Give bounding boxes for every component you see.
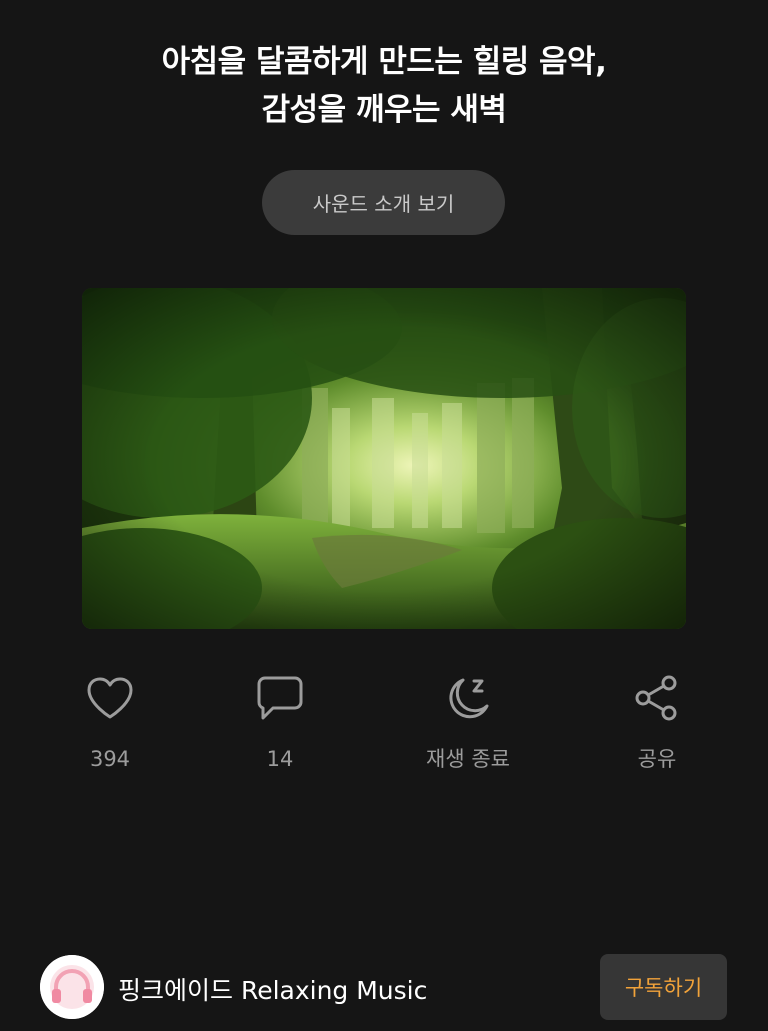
share-label: 공유: [637, 747, 677, 771]
action-bar: 394 14 재생 종료 공유: [0, 672, 768, 782]
title-line-2: 감성을 깨우는 새벽: [261, 92, 507, 128]
channel-name[interactable]: 핑크에이드 Relaxing Music: [118, 971, 427, 1007]
share-action[interactable]: 공유: [577, 672, 737, 772]
moon-sleep-icon[interactable]: [442, 672, 494, 724]
title-line-1: 아침을 달콤하게 만드는 힐링 음악,: [161, 44, 607, 80]
like-count: 394: [89, 747, 131, 771]
page-title: 아침을 달콤하게 만드는 힐링 음악, 감성을 깨우는 새벽: [0, 38, 768, 134]
comment-icon[interactable]: [254, 672, 306, 724]
channel-avatar[interactable]: [40, 955, 104, 1019]
like-action[interactable]: 394: [30, 672, 190, 772]
heart-icon[interactable]: [84, 672, 136, 724]
cover-image: [82, 288, 686, 629]
channel-bar: 핑크에이드 Relaxing Music 구독하기: [0, 952, 768, 1022]
comment-action[interactable]: 14: [200, 672, 360, 772]
sleep-timer-label: 재생 종료: [426, 747, 510, 771]
headphones-icon: [40, 955, 104, 1019]
subscribe-button[interactable]: 구독하기: [600, 954, 727, 1020]
sleep-timer-action[interactable]: 재생 종료: [388, 672, 548, 772]
comment-count: 14: [266, 747, 294, 771]
sound-intro-button[interactable]: 사운드 소개 보기: [262, 170, 505, 235]
share-icon[interactable]: [631, 672, 683, 724]
sound-detail-page: 아침을 달콤하게 만드는 힐링 음악, 감성을 깨우는 새벽 사운드 소개 보기: [0, 0, 768, 1031]
